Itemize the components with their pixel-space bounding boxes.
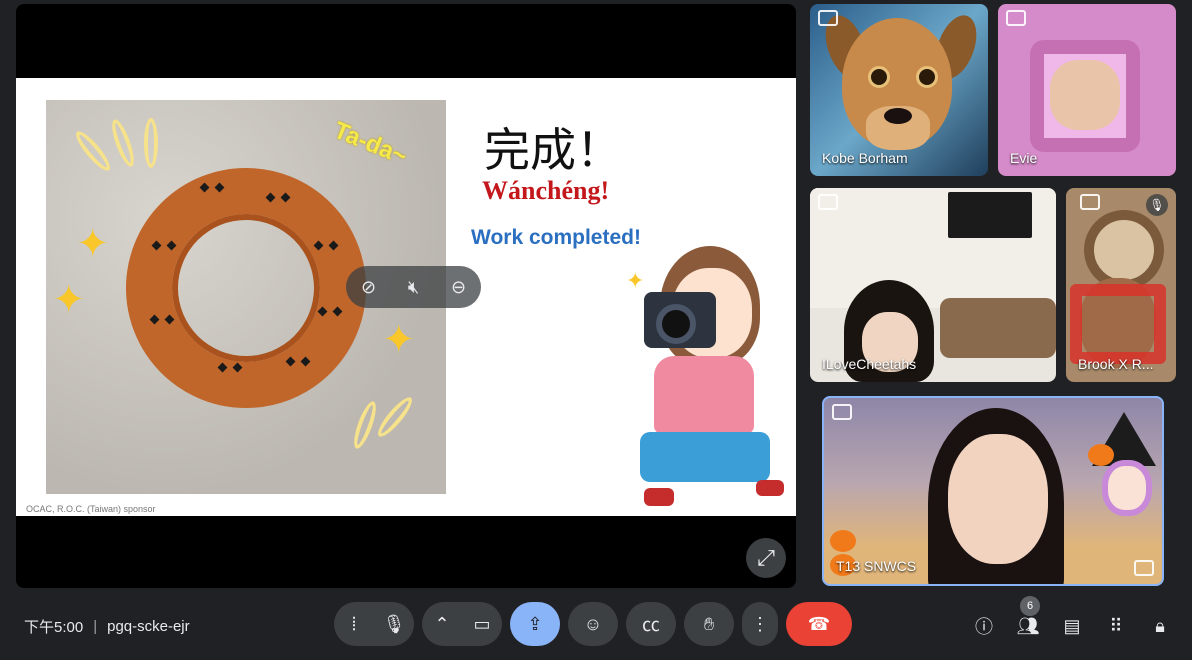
emoji-reaction-button[interactable]: ☺ [568, 602, 618, 646]
picture-in-picture-icon [818, 10, 838, 26]
pumpkin-face [284, 356, 312, 376]
doodle-swoosh [107, 117, 139, 169]
activities-button[interactable]: ⠿ [1094, 610, 1138, 642]
more-options-button[interactable]: ⋮ [742, 602, 778, 646]
doodle-swoosh [144, 118, 158, 168]
doodle-swoosh [373, 393, 417, 441]
pumpkin-face [150, 240, 178, 260]
host-controls-button[interactable]: 🔒︎ [1138, 610, 1182, 642]
video-control-group: ⌃ ▭ [422, 602, 502, 646]
mic-off-icon: 🎙︎ [1146, 194, 1168, 216]
presentation-area[interactable]: ✦ ✦ ✦ Ta-da~ 完成！ Wánchéng! Work complete… [16, 4, 796, 588]
microphone-icon[interactable]: 🎙︎ [374, 602, 414, 646]
info-icon: ⓘ [975, 617, 993, 637]
emoji-icon: ☺ [583, 613, 603, 634]
pumpkin-sticker [830, 530, 856, 552]
more-vert-icon: ⋮ [751, 613, 769, 634]
sparkle-icon: ✦ [382, 318, 416, 362]
sparkle-icon: ✦ [76, 222, 110, 266]
participant-name: Evie [1010, 150, 1038, 166]
end-call-icon: ☎︎ [807, 613, 831, 634]
participant-tile[interactable]: Kobe Borham [810, 4, 988, 176]
side-panel-buttons: ⓘ 👥︎ 6 ▤ ⠿ 🔒︎ [962, 596, 1182, 642]
pumpkin-face [148, 314, 176, 334]
sparkle-icon: ✦ [626, 268, 645, 293]
people-icon: 👥︎ [1016, 615, 1040, 636]
meeting-code: pgq-scke-ejr [107, 618, 190, 635]
captions-button[interactable]: ㏄ [626, 602, 676, 646]
lock-icon: 🔒︎ [1155, 615, 1165, 636]
present-screen-button[interactable]: ⇪ [510, 602, 560, 646]
chat-button[interactable]: ▤ [1050, 610, 1094, 642]
picture-in-picture-icon [1006, 10, 1026, 26]
pumpkin-wreath [126, 168, 366, 408]
slide-title-english: Work completed! [471, 226, 641, 249]
present-icon: ⇪ [527, 613, 543, 634]
captions-icon: ㏄ [642, 615, 660, 635]
pumpkin-face [264, 192, 292, 212]
tada-caption: Ta-da~ [329, 116, 411, 171]
hand-icon: ✋︎ [703, 613, 715, 634]
doodle-swoosh [71, 127, 115, 175]
camera-icon[interactable]: ▭ [462, 602, 502, 646]
tile-options-overlay: ⊘ 🔇︎ ⊖ [346, 266, 481, 308]
participant-tile-self[interactable]: T13 SNWCS [822, 396, 1164, 586]
sponsor-text: OCAC, R.O.C. (Taiwan) sponsor [26, 504, 156, 514]
pumpkin-face [316, 306, 344, 326]
expand-icon[interactable]: ⤢ [746, 538, 786, 578]
audio-control-group: ⦙ 🎙︎ [334, 602, 414, 646]
raise-hand-button[interactable]: ✋︎ [684, 602, 734, 646]
meeting-time: 下午5:00 [24, 619, 84, 636]
participant-name: T13 SNWCS [836, 558, 917, 574]
leave-call-button[interactable]: ☎︎ [786, 602, 852, 646]
participant-name: Brook X R... [1078, 356, 1154, 372]
pumpkin-face [312, 240, 340, 260]
tv-image [948, 192, 1032, 238]
participant-tile[interactable]: Evie [998, 4, 1176, 176]
slide-title-pinyin: Wánchéng! [482, 176, 610, 205]
control-bar: 下午5:00 | pgq-scke-ejr ⦙ 🎙︎ ⌃ ▭ ⇪ ☺ ㏄ ✋︎ … [0, 596, 1192, 660]
remove-icon[interactable]: ⊖ [444, 277, 474, 298]
call-controls: ⦙ 🎙︎ ⌃ ▭ ⇪ ☺ ㏄ ✋︎ ⋮ ☎︎ [334, 602, 852, 646]
picture-in-picture-icon [832, 404, 852, 420]
separator: | [93, 618, 98, 635]
slide-title-chinese: 完成！ [484, 123, 622, 177]
apps-grid-icon: ⠿ [1109, 615, 1123, 636]
people-count-badge: 6 [1020, 596, 1040, 616]
meeting-details-button[interactable]: ⓘ [962, 610, 1006, 642]
pumpkin-sticker [1088, 444, 1114, 466]
audio-level-icon[interactable]: ⦙ [334, 602, 374, 646]
chat-icon: ▤ [1063, 615, 1081, 636]
meet-window: ✦ ✦ ✦ Ta-da~ 完成！ Wánchéng! Work complete… [0, 0, 1192, 660]
unpin-icon[interactable]: ⊘ [354, 277, 384, 298]
pumpkin-face [216, 362, 244, 382]
doodle-swoosh [349, 399, 381, 451]
pumpkin-face [198, 182, 226, 202]
minimize-tile-icon[interactable] [1134, 560, 1154, 576]
participant-tile[interactable]: ILoveCheetahs [810, 188, 1056, 382]
people-button[interactable]: 👥︎ 6 [1006, 596, 1050, 642]
participant-name: Kobe Borham [822, 150, 908, 166]
meeting-info: 下午5:00 | pgq-scke-ejr [24, 616, 190, 637]
participant-name: ILoveCheetahs [822, 356, 917, 372]
sparkle-icon: ✦ [52, 278, 86, 322]
picture-in-picture-icon [1080, 194, 1100, 210]
photographer-illustration: ✦ [626, 246, 786, 514]
mute-icon[interactable]: 🔇︎ [399, 277, 429, 298]
picture-in-picture-icon [818, 194, 838, 210]
chevron-up-icon[interactable]: ⌃ [422, 602, 462, 646]
participant-tile[interactable]: 🎙︎ Brook X R... [1066, 188, 1176, 382]
